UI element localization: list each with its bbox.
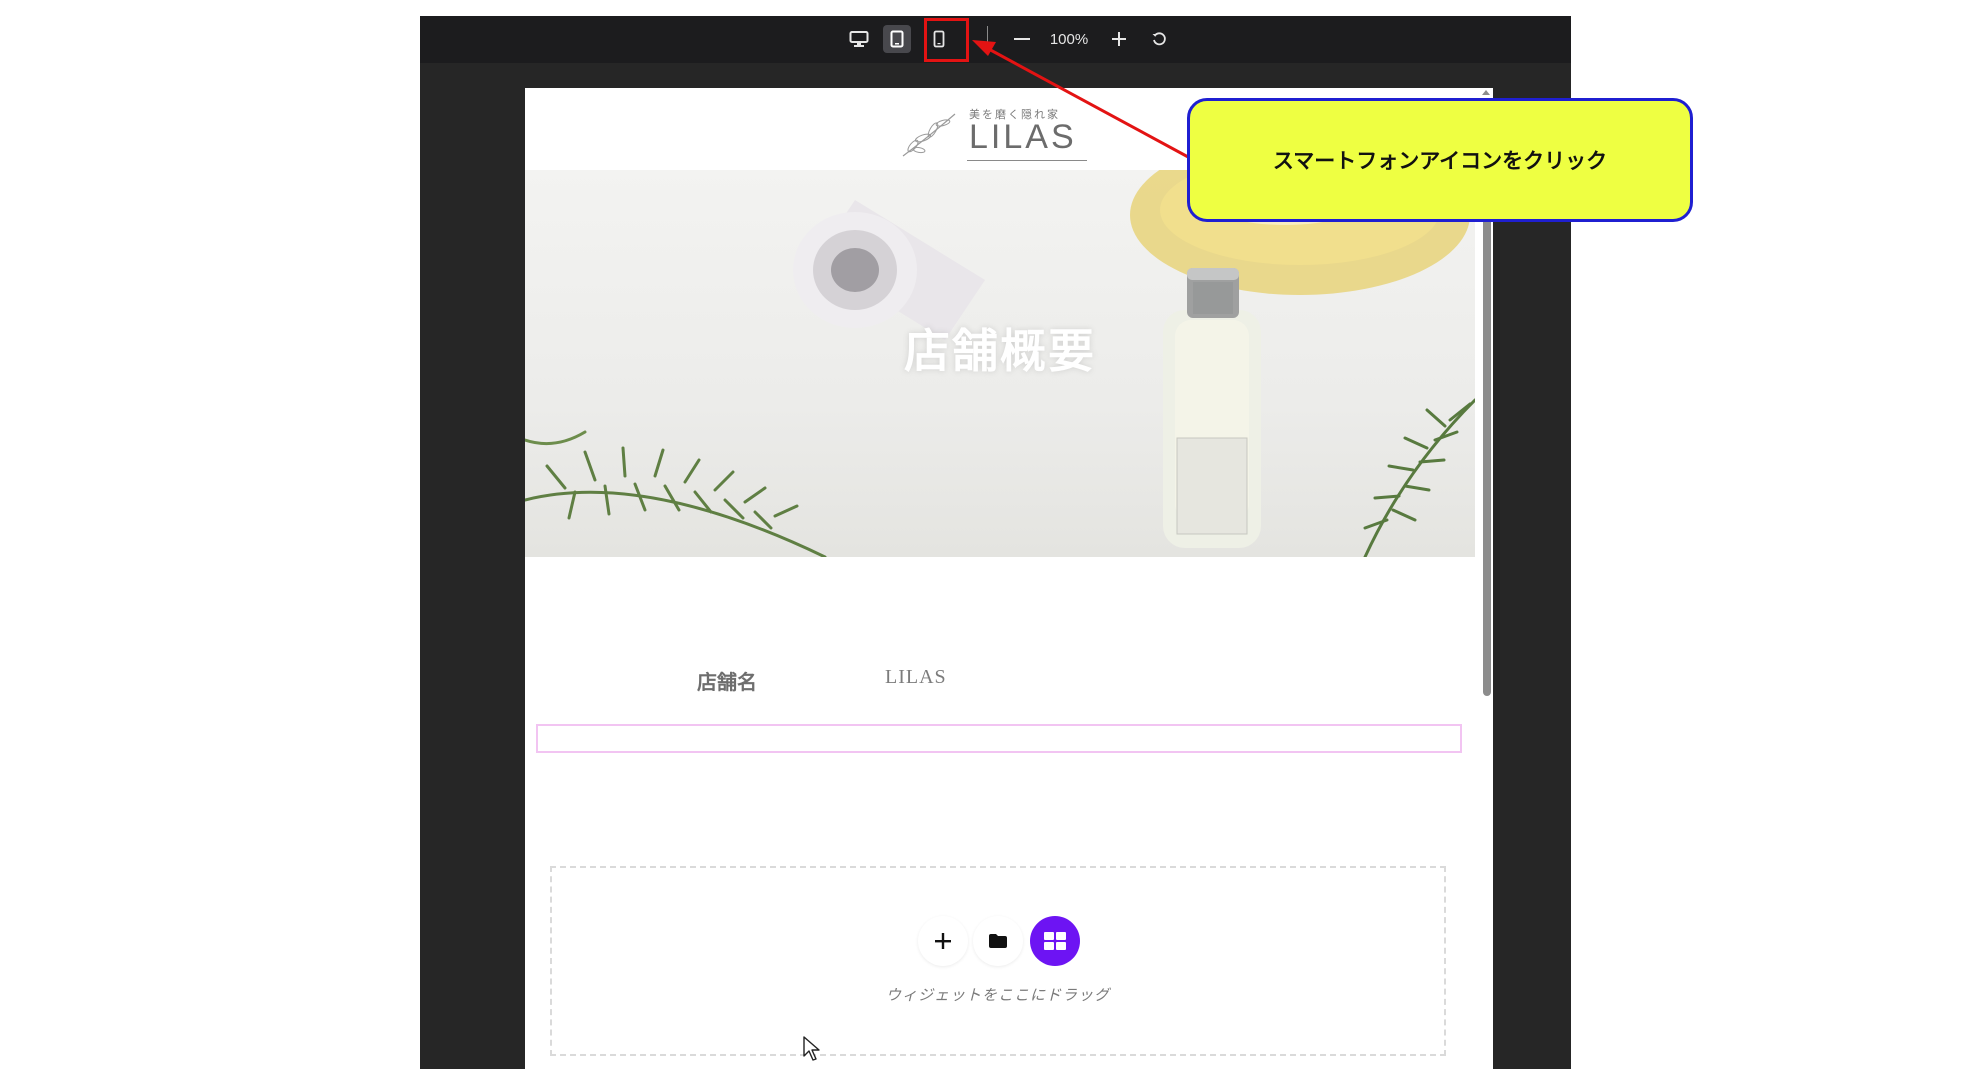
oil-bottle	[1163, 268, 1261, 548]
widget-kit-button[interactable]	[1030, 916, 1080, 966]
zoom-out-button[interactable]	[1009, 25, 1035, 53]
widget-drop-zone[interactable]: ウィジェットをここにドラッグ	[550, 866, 1446, 1056]
minus-icon	[1014, 38, 1030, 40]
scrollbar-thumb[interactable]	[1483, 216, 1491, 696]
zoom-level: 100%	[1049, 30, 1089, 48]
page-canvas: 美を磨く隠れ家 LILAS 店舗概要 店舗名 LILAS ウィジェットをここにド…	[525, 88, 1493, 1069]
store-name-label: 店舗名	[697, 670, 757, 694]
grid-icon	[1044, 932, 1066, 950]
rosemary-right	[1363, 398, 1475, 557]
toolbar-separator	[987, 26, 988, 52]
mobile-icon-highlight	[924, 18, 969, 62]
add-section-button[interactable]	[918, 916, 968, 966]
zoom-in-button[interactable]	[1106, 25, 1132, 53]
reset-zoom-button[interactable]	[1146, 25, 1172, 53]
rosemary-left	[525, 430, 827, 557]
logo-underline	[967, 160, 1087, 161]
selected-empty-section[interactable]	[536, 724, 1462, 753]
template-library-button[interactable]	[973, 916, 1023, 966]
reset-icon	[1152, 32, 1166, 46]
tablet-icon	[890, 30, 904, 48]
folder-icon	[989, 934, 1007, 948]
site-logo[interactable]: 美を磨く隠れ家 LILAS	[897, 102, 1097, 161]
mouse-cursor-icon	[803, 1036, 820, 1061]
hero-title: 店舗概要	[904, 324, 1096, 378]
logo-name: LILAS	[969, 118, 1077, 156]
hero-section[interactable]: 店舗概要	[525, 170, 1475, 557]
scroll-up-arrow-icon[interactable]	[1482, 90, 1490, 95]
instruction-callout: スマートフォンアイコンをクリック	[1187, 98, 1693, 222]
drop-zone-hint: ウィジェットをここにドラッグ	[885, 986, 1110, 1004]
plus-icon	[935, 933, 951, 949]
store-name-value: LILAS	[885, 666, 947, 688]
plus-icon	[1112, 32, 1126, 46]
responsive-toolbar: 100%	[420, 16, 1571, 63]
desktop-icon	[849, 31, 869, 47]
canvas-scrollbar[interactable]	[1480, 88, 1493, 1069]
tablet-view-button[interactable]	[883, 25, 911, 53]
callout-text: スマートフォンアイコンをクリック	[1272, 149, 1608, 173]
desktop-view-button[interactable]	[844, 25, 874, 53]
leaf-icon	[902, 113, 956, 157]
screenshot-stage: 100% 美を磨く隠れ家 LILAS 店舗概要 店舗名 LILAS ウィジェット…	[0, 0, 1980, 1080]
